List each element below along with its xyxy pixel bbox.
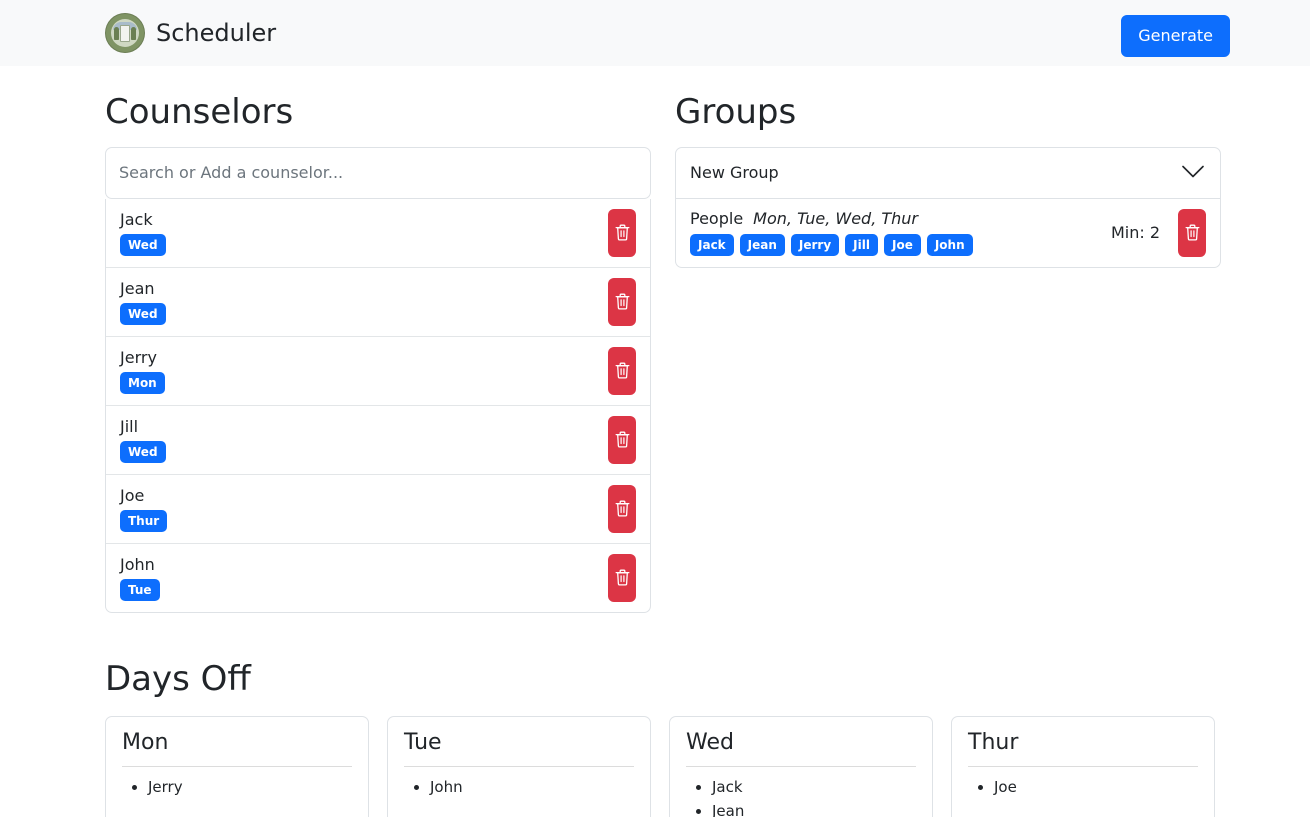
trash-icon [615,293,630,310]
trash-icon [615,224,630,241]
trash-icon [615,569,630,586]
day-off-person: Joe [994,775,1198,799]
counselor-row[interactable]: Joe Thur [106,475,650,544]
counselor-list: Jack Wed Jean Wed Jerry Mon Jill Wed Joe Thur John… [105,198,651,613]
group-row[interactable]: People Mon, Tue, Wed, Thur Jack Jean Jerry Ji… [676,199,1220,267]
app-header: Scheduler Generate [0,0,1310,66]
group-member-badge[interactable]: John [926,234,973,257]
trash-icon [1185,224,1200,241]
divider [686,765,916,767]
counselors-title: Counselors [105,92,294,132]
day-off-card-title: Mon [122,730,169,756]
counselor-name: Jerry [120,347,157,367]
day-off-card: Mon Jerry [105,716,369,817]
group-list: People Mon, Tue, Wed, Thur Jack Jean Jerry Ji… [675,198,1221,268]
day-off-card-title: Wed [686,730,734,756]
day-off-person: Jean [712,799,916,817]
divider [968,765,1198,767]
counselor-row[interactable]: Jean Wed [106,268,650,337]
day-off-card-title: Thur [968,730,1019,756]
group-member-badge[interactable]: Jill [845,234,878,257]
day-off-card-title: Tue [404,730,442,756]
counselor-row[interactable]: Jack Wed [106,199,650,268]
counselor-day-badge[interactable]: Wed [120,302,166,325]
generate-button[interactable]: Generate [1121,15,1230,57]
trash-icon [615,500,630,517]
divider [122,765,352,767]
day-off-person: Jack [712,775,916,799]
trash-icon [615,362,630,379]
day-off-person: John [430,775,634,799]
delete-counselor-button[interactable] [608,277,636,326]
counselor-day-badge[interactable]: Mon [120,371,165,394]
day-off-person-list: John [404,775,634,799]
chevron-down-icon [1182,163,1204,182]
group-select-value: New Group [690,163,779,183]
counselor-name: Joe [120,485,145,505]
counselors-panel: Counselors Jack Wed Jean Wed Jerry Mon Jill Wed… [105,92,651,613]
day-off-person-list: JackJeanJill [686,775,916,817]
delete-counselor-button[interactable] [608,553,636,602]
group-members: Jack Jean Jerry Jill Joe John [690,234,1111,257]
brand[interactable]: Scheduler [105,13,276,53]
delete-counselor-button[interactable] [608,208,636,257]
app-title: Scheduler [156,19,277,47]
counselor-name: Jean [120,278,155,298]
counselors-heading-wrap: Counselors [105,92,651,133]
counselor-name: Jill [120,416,139,436]
divider [404,765,634,767]
group-min-label: Min: 2 [1110,223,1160,243]
group-member-badge[interactable]: Jack [690,234,734,257]
counselor-info: Joe Thur [120,485,168,532]
counselor-day-badge[interactable]: Wed [120,440,166,463]
counselor-row[interactable]: John Tue [106,544,650,612]
counselor-info: John Tue [120,555,160,601]
days-off-title: Days Off [105,659,251,699]
day-off-person-list: Jerry [122,775,352,799]
day-off-person-list: Joe [968,775,1198,799]
delete-counselor-button[interactable] [608,415,636,464]
days-off-section: Days Off Mon Jerry Tue John Wed JackJeanJill T… [105,659,1215,817]
groups-title: Groups [675,92,797,132]
counselor-day-badge[interactable]: Thur [120,509,168,532]
counselor-name: John [120,554,155,574]
counselor-row[interactable]: Jerry Mon [106,337,650,406]
group-member-badge[interactable]: Jean [739,234,785,257]
group-days: Mon, Tue, Wed, Thur [753,209,919,229]
counselor-info: Jerry Mon [120,348,165,394]
counselor-info: Jack Wed [120,210,166,256]
counselor-search-input[interactable] [105,146,651,199]
counselor-day-badge[interactable]: Tue [120,578,160,601]
counselor-day-badge[interactable]: Wed [120,233,166,256]
day-off-card: Wed JackJeanJill [669,716,933,817]
delete-group-button[interactable] [1178,208,1206,257]
delete-counselor-button[interactable] [608,484,636,533]
groups-heading-wrap: Groups [675,92,1221,133]
day-off-person: Jerry [148,775,352,799]
group-header-line: People Mon, Tue, Wed, Thur [690,209,1111,228]
groups-panel: Groups New Group People Mon, Tue, Wed, Th… [675,92,1221,268]
delete-counselor-button[interactable] [608,346,636,395]
days-off-cards: Mon Jerry Tue John Wed JackJeanJill Thur Joe [105,716,1215,817]
day-off-card: Thur Joe [951,716,1215,817]
counselor-name: Jack [120,209,153,229]
camp-seal-logo-icon [105,13,145,53]
group-label: People [690,209,744,229]
counselor-row[interactable]: Jill Wed [106,406,650,475]
group-main: People Mon, Tue, Wed, Thur Jack Jean Jerry Ji… [690,209,1111,257]
group-member-badge[interactable]: Jerry [790,234,840,257]
group-select[interactable]: New Group [675,146,1221,199]
group-member-badge[interactable]: Joe [883,234,921,257]
counselor-info: Jean Wed [120,279,166,325]
counselor-info: Jill Wed [120,417,166,463]
day-off-card: Tue John [387,716,651,817]
trash-icon [615,431,630,448]
